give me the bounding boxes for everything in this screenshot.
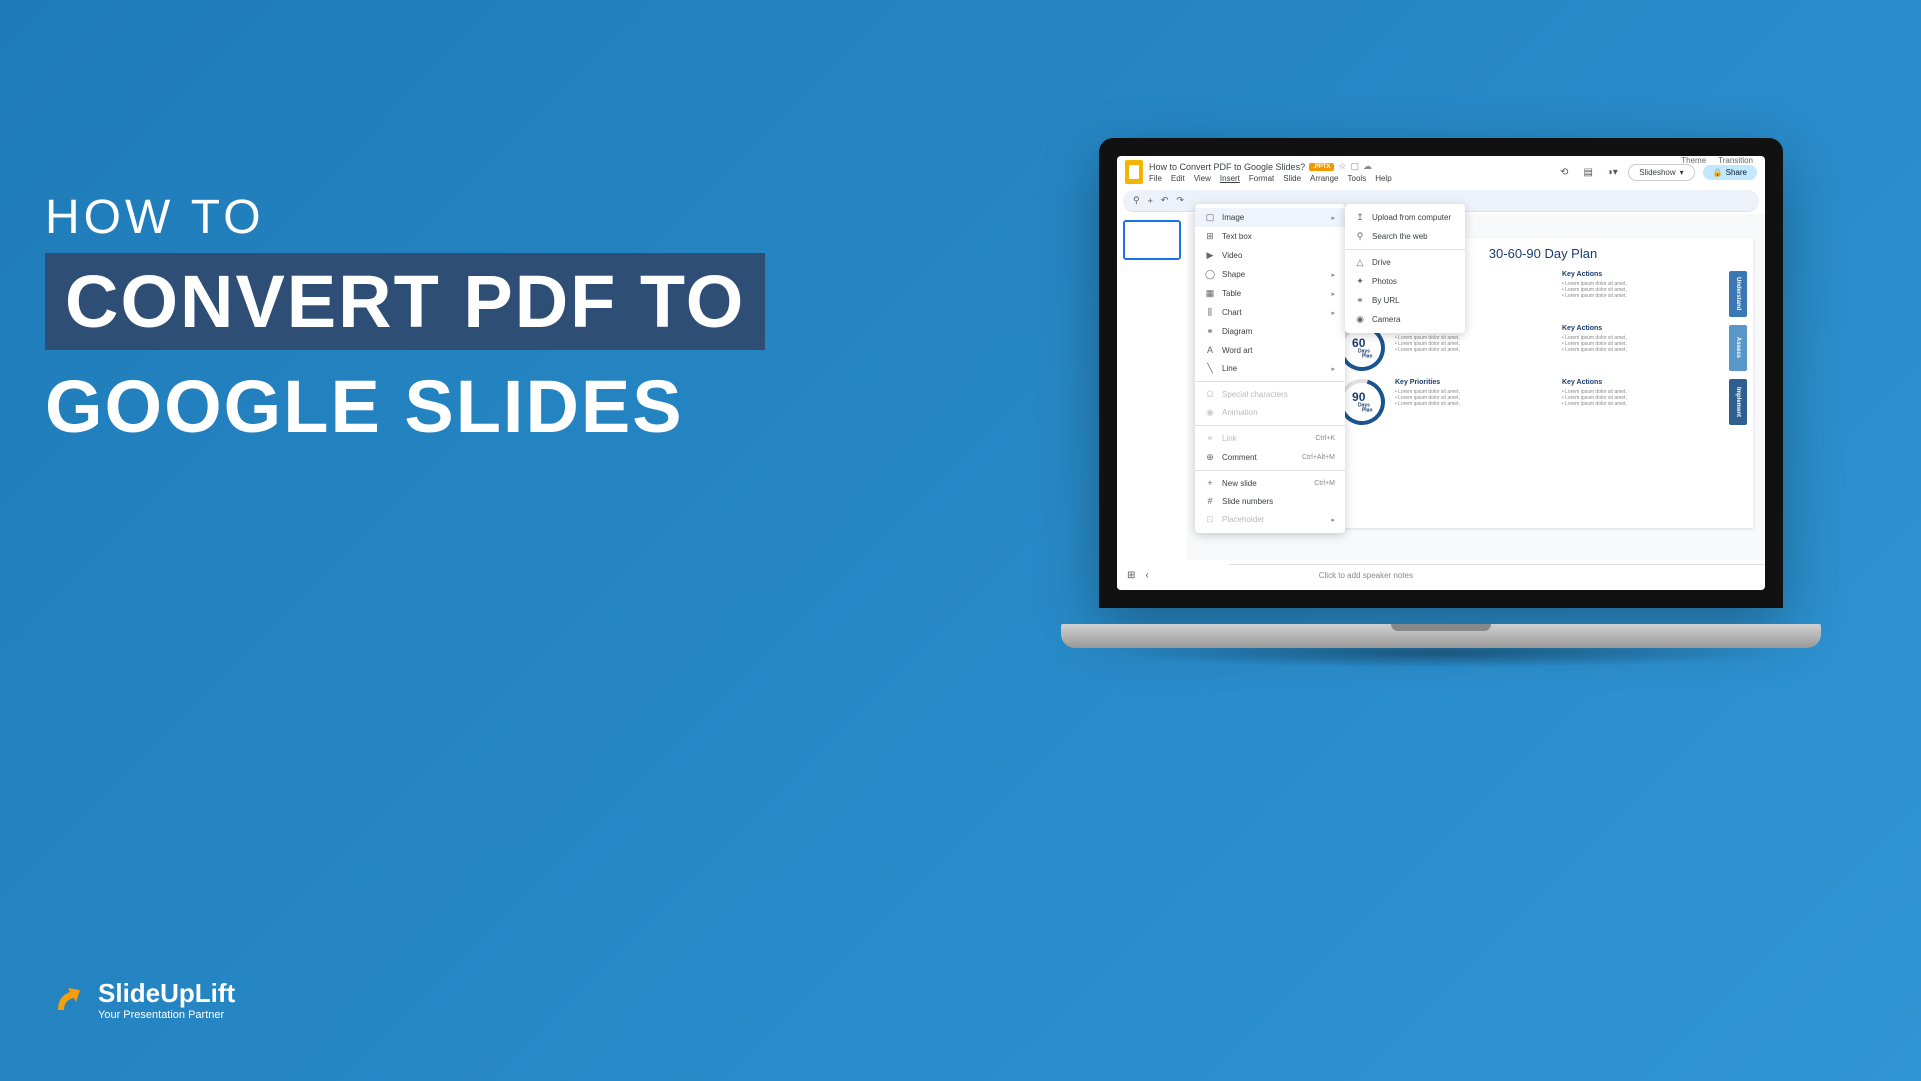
plan-tag-assess: Assess	[1729, 325, 1747, 371]
insert-menu-image[interactable]: ▢Image▸	[1195, 208, 1345, 227]
slide-thumbnail[interactable]	[1123, 220, 1181, 260]
slideshow-button[interactable]: Slideshow▾	[1628, 164, 1694, 181]
plan-actions: Key ActionsLorem ipsum dolor sit amet,Lo…	[1562, 271, 1719, 317]
image-submenu-photos[interactable]: ✦Photos	[1345, 272, 1465, 291]
insert-dropdown: ▢Image▸⊞Text box▶Video◯Shape▸▦Table▸⫼Cha…	[1195, 204, 1345, 533]
redo-icon[interactable]: ↷	[1176, 195, 1184, 206]
star-icon[interactable]: ☆	[1338, 161, 1346, 172]
search-tool-icon[interactable]: ⚲	[1133, 195, 1140, 206]
share-button[interactable]: 🔒Share	[1703, 165, 1757, 180]
speaker-notes[interactable]: Click to add speaker notes	[1229, 564, 1765, 586]
insert-menu-link: ⚭LinkCtrl+K	[1195, 429, 1345, 448]
pptx-badge: .PPTX	[1309, 163, 1334, 171]
image-submenu-upload-from-computer[interactable]: ↥Upload from computer	[1345, 208, 1465, 227]
insert-menu-animation: ◉Animation	[1195, 403, 1345, 422]
brand-logo-icon	[50, 982, 86, 1018]
insert-menu-shape[interactable]: ◯Shape▸	[1195, 265, 1345, 284]
insert-menu-word-art[interactable]: AWord art	[1195, 341, 1345, 359]
menu-tools[interactable]: Tools	[1348, 174, 1367, 183]
slide-panel: 1	[1117, 214, 1187, 568]
menu-help[interactable]: Help	[1375, 174, 1391, 183]
undo-icon[interactable]: ↶	[1161, 195, 1169, 206]
slides-logo-icon[interactable]	[1125, 160, 1143, 184]
insert-menu-diagram[interactable]: ⚭Diagram	[1195, 322, 1345, 341]
menu-view[interactable]: View	[1194, 174, 1211, 183]
plan-actions: Key ActionsLorem ipsum dolor sit amet,Lo…	[1562, 379, 1719, 425]
document-title[interactable]: How to Convert PDF to Google Slides?	[1149, 162, 1305, 172]
image-submenu-camera[interactable]: ◉Camera	[1345, 310, 1465, 329]
hero-title: HOW TO CONVERT PDF TO GOOGLE SLIDES	[45, 190, 765, 449]
insert-menu-text-box[interactable]: ⊞Text box	[1195, 227, 1345, 246]
menu-arrange[interactable]: Arrange	[1310, 174, 1338, 183]
insert-menu-video[interactable]: ▶Video	[1195, 246, 1345, 265]
google-slides-window: How to Convert PDF to Google Slides? .PP…	[1117, 156, 1765, 590]
image-submenu-drive[interactable]: △Drive	[1345, 253, 1465, 272]
menu-format[interactable]: Format	[1249, 174, 1274, 183]
meet-icon[interactable]: ◑▾	[1604, 164, 1620, 180]
theme-tab[interactable]: Theme	[1681, 156, 1706, 165]
laptop-mockup: How to Convert PDF to Google Slides? .PP…	[1081, 138, 1801, 678]
image-submenu: ↥Upload from computer⚲Search the web △Dri…	[1345, 204, 1465, 333]
hero-line2: CONVERT PDF TO	[45, 253, 765, 350]
cloud-icon[interactable]: ☁	[1363, 161, 1372, 172]
insert-menu-placeholder: ⊡Placeholder▸	[1195, 510, 1345, 529]
brand-logo: SlideUpLift Your Presentation Partner	[50, 978, 235, 1021]
insert-menu-slide-numbers[interactable]: #Slide numbers	[1195, 492, 1345, 510]
brand-name: SlideUpLift	[98, 978, 235, 1009]
insert-menu-new-slide[interactable]: +New slideCtrl+M	[1195, 474, 1345, 492]
footer: ⊞ ‹ Click to add speaker notes	[1117, 560, 1765, 590]
menu-file[interactable]: File	[1149, 174, 1162, 183]
right-tabs: Theme Transition	[1681, 156, 1753, 165]
menu-edit[interactable]: Edit	[1171, 174, 1185, 183]
insert-menu-special-characters: ΩSpecial characters	[1195, 385, 1345, 403]
grid-view-icon[interactable]: ⊞	[1127, 570, 1135, 581]
app-header: How to Convert PDF to Google Slides? .PP…	[1117, 156, 1765, 188]
insert-menu-table[interactable]: ▦Table▸	[1195, 284, 1345, 303]
insert-menu-comment[interactable]: ⊕CommentCtrl+Alt+M	[1195, 448, 1345, 467]
plan-tag-implement: Implement	[1729, 379, 1747, 425]
new-slide-tool[interactable]: +	[1148, 196, 1153, 206]
plan-priorities: Key PrioritiesLorem ipsum dolor sit amet…	[1395, 379, 1552, 425]
brand-tagline: Your Presentation Partner	[98, 1009, 235, 1021]
transition-tab[interactable]: Transition	[1718, 156, 1753, 165]
history-icon[interactable]: ⟲	[1556, 164, 1572, 180]
plan-tag-understand: Understand	[1729, 271, 1747, 317]
menu-insert[interactable]: Insert	[1220, 174, 1240, 183]
hero-line3: GOOGLE SLIDES	[45, 364, 765, 449]
move-icon[interactable]: ▢	[1351, 161, 1360, 172]
image-submenu-search-the-web[interactable]: ⚲Search the web	[1345, 227, 1465, 246]
comments-icon[interactable]: ▤	[1580, 164, 1596, 180]
lock-icon: 🔒	[1713, 168, 1723, 177]
hero-line1: HOW TO	[45, 190, 765, 245]
menu-slide[interactable]: Slide	[1283, 174, 1301, 183]
insert-menu-chart[interactable]: ⫼Chart▸	[1195, 303, 1345, 322]
insert-menu-line[interactable]: ╲Line▸	[1195, 359, 1345, 378]
image-submenu-by-url[interactable]: ⚭By URL	[1345, 291, 1465, 310]
plan-actions: Key ActionsLorem ipsum dolor sit amet,Lo…	[1562, 325, 1719, 371]
nav-left-icon[interactable]: ‹	[1145, 570, 1148, 581]
plan-row-90: 90DaysPlanKey PrioritiesLorem ipsum dolo…	[1339, 379, 1747, 425]
menu-bar: File Edit View Insert Format Slide Arran…	[1149, 174, 1550, 183]
